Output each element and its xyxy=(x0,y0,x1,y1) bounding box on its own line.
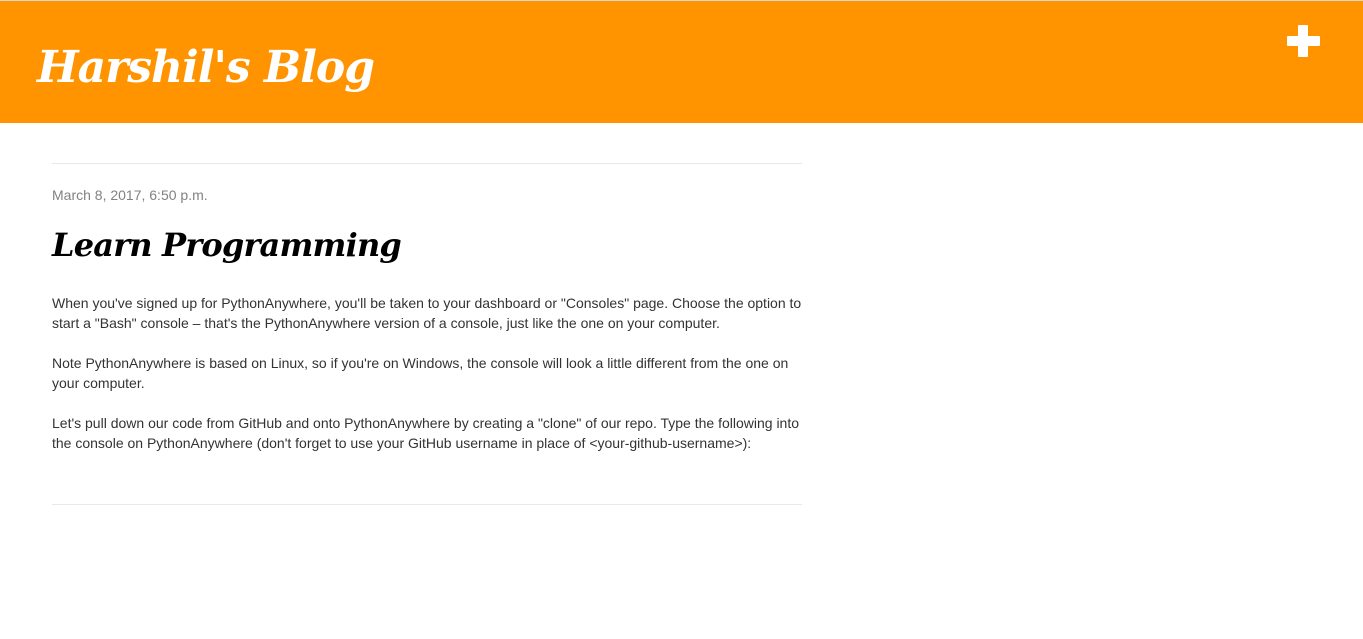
post-paragraph: Let's pull down our code from GitHub and… xyxy=(52,415,800,451)
post-paragraph: When you've signed up for PythonAnywhere… xyxy=(52,295,802,331)
blog-title-link[interactable]: Harshil's Blog xyxy=(37,38,375,98)
post-bottom-divider xyxy=(52,504,802,505)
post-date: March 8, 2017, 6:50 p.m. xyxy=(52,187,208,203)
post-body: When you've signed up for PythonAnywhere… xyxy=(52,293,804,473)
page-header: Harshil's Blog xyxy=(0,1,1363,123)
post-title-link[interactable]: Learn Programming xyxy=(52,223,402,267)
post-top-divider xyxy=(52,163,802,164)
post: March 8, 2017, 6:50 p.m. Learn Programmi… xyxy=(52,163,802,505)
post-paragraph: Note PythonAnywhere is based on Linux, s… xyxy=(52,355,789,391)
add-post-button[interactable] xyxy=(1286,25,1322,59)
